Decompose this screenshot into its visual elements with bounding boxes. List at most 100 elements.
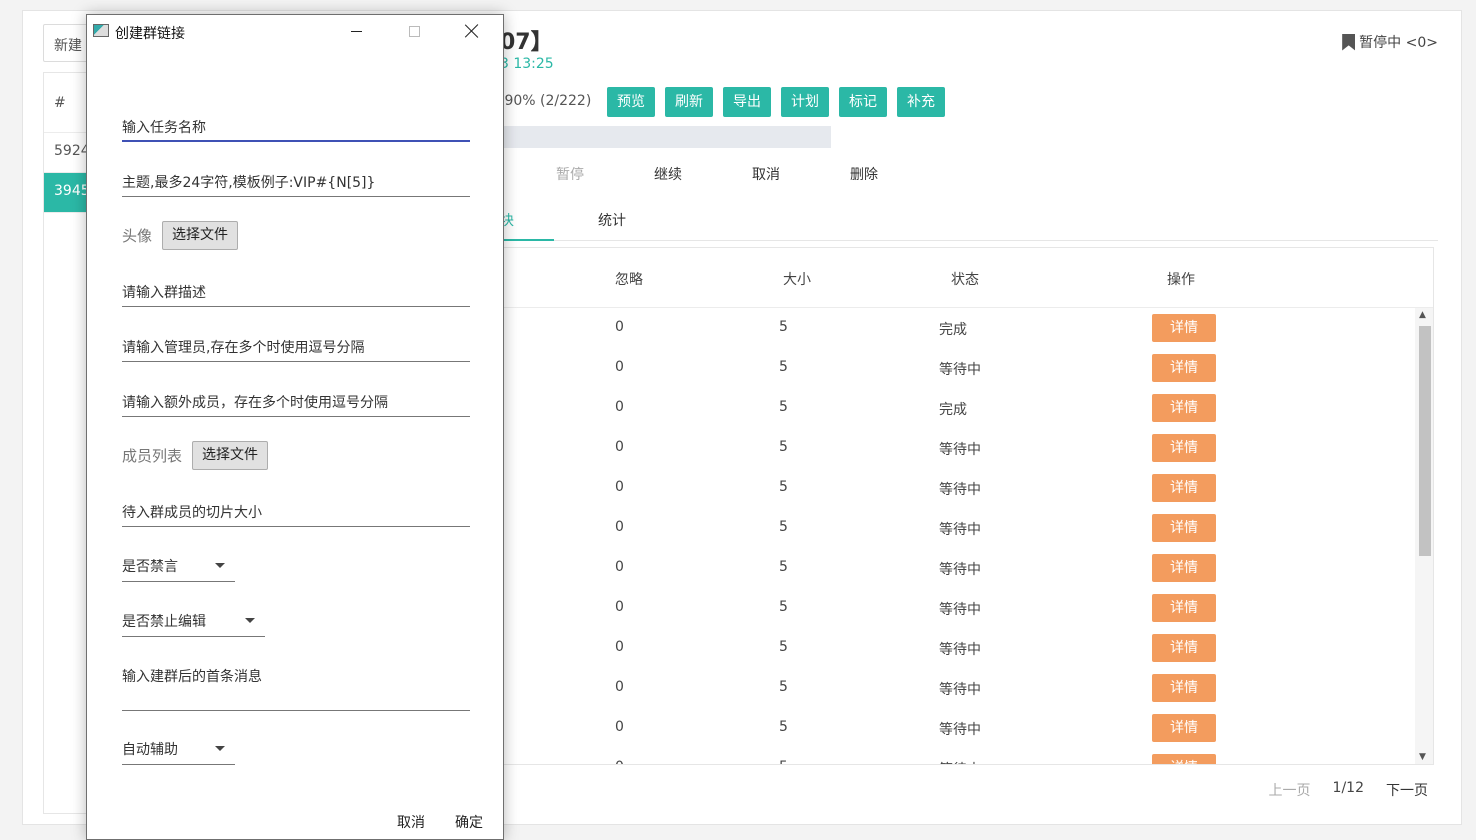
lock-edit-select-label: 是否禁止编辑 bbox=[122, 614, 206, 630]
tab-blocks[interactable]: 块 bbox=[500, 210, 554, 241]
table-row: 0 5 完成 详情 bbox=[501, 388, 1417, 428]
detail-button[interactable]: 详情 bbox=[1152, 554, 1216, 582]
member-list-label: 成员列表 bbox=[122, 447, 183, 465]
preview-button[interactable]: 预览 bbox=[607, 87, 655, 117]
cell-status: 等待中 bbox=[939, 602, 981, 618]
detail-button[interactable]: 详情 bbox=[1152, 714, 1216, 742]
cell-size: 5 bbox=[779, 359, 788, 375]
subject-input[interactable]: 主题,最多24字符,模板例子:VIP#{N[5]} bbox=[122, 167, 470, 197]
detail-button[interactable]: 详情 bbox=[1152, 354, 1216, 382]
mute-select[interactable]: 是否禁言 bbox=[122, 550, 235, 582]
detail-button[interactable]: 详情 bbox=[1152, 394, 1216, 422]
cell-status: 等待中 bbox=[939, 522, 981, 538]
scroll-down-icon[interactable]: ▼ bbox=[1419, 752, 1426, 762]
cell-ignore: 0 bbox=[615, 639, 624, 655]
detail-button[interactable]: 详情 bbox=[1152, 474, 1216, 502]
auto-assist-select[interactable]: 自动辅助 bbox=[122, 733, 235, 765]
schedule-button[interactable]: 计划 bbox=[781, 87, 829, 117]
avatar-choose-file-button[interactable]: 选择文件 bbox=[162, 221, 239, 250]
cell-size: 5 bbox=[779, 479, 788, 495]
detail-button[interactable]: 详情 bbox=[1152, 634, 1216, 662]
detail-button[interactable]: 详情 bbox=[1152, 754, 1216, 764]
cell-size: 5 bbox=[779, 599, 788, 615]
scroll-up-icon[interactable]: ▲ bbox=[1419, 310, 1426, 320]
chevron-down-icon bbox=[215, 563, 225, 568]
detail-button[interactable]: 详情 bbox=[1152, 434, 1216, 462]
cancel-task-button[interactable]: 取消 bbox=[752, 164, 780, 184]
dialog-cancel-button[interactable]: 取消 bbox=[397, 812, 425, 832]
dialog-confirm-button[interactable]: 确定 bbox=[455, 812, 483, 832]
close-button[interactable] bbox=[443, 15, 501, 47]
cell-status: 完成 bbox=[939, 322, 967, 338]
chevron-down-icon bbox=[245, 618, 255, 623]
supplement-button[interactable]: 补充 bbox=[897, 87, 945, 117]
dialog-titlebar: 创建群链接 bbox=[87, 15, 503, 47]
mute-select-label: 是否禁言 bbox=[122, 559, 178, 575]
admins-input[interactable]: 请输入管理员,存在多个时使用逗号分隔 bbox=[122, 332, 470, 362]
col-actions: 操作 bbox=[1167, 272, 1195, 288]
extra-members-input[interactable]: 请输入额外成员，存在多个时使用逗号分隔 bbox=[122, 387, 470, 417]
table-row: 0 5 等待中 详情 bbox=[501, 628, 1417, 668]
maximize-button[interactable] bbox=[385, 15, 443, 47]
app-icon bbox=[93, 24, 109, 37]
task-controls: 暂停 继续 取消 删除 bbox=[556, 164, 878, 184]
table-row: 0 5 等待中 详情 bbox=[501, 748, 1417, 764]
close-icon bbox=[465, 24, 479, 38]
cell-ignore: 0 bbox=[615, 519, 624, 535]
task-name-input[interactable]: 输入任务名称 bbox=[122, 112, 470, 142]
slice-size-input[interactable]: 待入群成员的切片大小 bbox=[122, 497, 470, 527]
cell-size: 5 bbox=[779, 759, 788, 764]
lock-edit-select[interactable]: 是否禁止编辑 bbox=[122, 605, 265, 637]
cell-size: 5 bbox=[779, 439, 788, 455]
prev-page-button[interactable]: 上一页 bbox=[1269, 780, 1311, 800]
avatar-row: 头像 选择文件 bbox=[122, 221, 239, 250]
task-timestamp: 3 13:25 bbox=[500, 56, 554, 72]
maximize-icon bbox=[408, 25, 420, 37]
scroll-thumb[interactable] bbox=[1419, 326, 1431, 556]
table-row: 0 5 等待中 详情 bbox=[501, 588, 1417, 628]
cell-status: 完成 bbox=[939, 402, 967, 418]
detail-button[interactable]: 详情 bbox=[1152, 314, 1216, 342]
page-indicator: 1/12 bbox=[1332, 780, 1364, 796]
pause-button[interactable]: 暂停 bbox=[556, 164, 584, 184]
cell-ignore: 0 bbox=[615, 679, 624, 695]
cell-status: 等待中 bbox=[939, 642, 981, 658]
cell-size: 5 bbox=[779, 679, 788, 695]
cell-ignore: 0 bbox=[615, 599, 624, 615]
export-button[interactable]: 导出 bbox=[723, 87, 771, 117]
detail-button[interactable]: 详情 bbox=[1152, 514, 1216, 542]
col-ignore: 忽略 bbox=[615, 272, 643, 288]
detail-button[interactable]: 详情 bbox=[1152, 674, 1216, 702]
cell-ignore: 0 bbox=[615, 319, 624, 335]
table-body: 0 5 完成 详情 0 5 等待中 详情 0 5 完成 详情 0 5 等待中 详情 0 5 等待中 详情 0 5 等待中 详情… bbox=[501, 308, 1417, 764]
chevron-down-icon bbox=[215, 746, 225, 751]
cell-status: 等待中 bbox=[939, 562, 981, 578]
table-row: 0 5 等待中 详情 bbox=[501, 668, 1417, 708]
refresh-button[interactable]: 刷新 bbox=[665, 87, 713, 117]
cell-size: 5 bbox=[779, 719, 788, 735]
minimize-button[interactable] bbox=[327, 15, 385, 47]
description-input[interactable]: 请输入群描述 bbox=[122, 277, 470, 307]
resume-button[interactable]: 继续 bbox=[654, 164, 682, 184]
member-list-choose-file-button[interactable]: 选择文件 bbox=[192, 441, 269, 470]
col-status: 状态 bbox=[951, 272, 979, 288]
tab-statistics[interactable]: 统计 bbox=[598, 210, 626, 241]
detail-button[interactable]: 详情 bbox=[1152, 594, 1216, 622]
cell-ignore: 0 bbox=[615, 399, 624, 415]
cell-ignore: 0 bbox=[615, 439, 624, 455]
next-page-button[interactable]: 下一页 bbox=[1386, 780, 1428, 800]
task-title: 07】 bbox=[500, 30, 553, 55]
task-detail-panel: 07】 3 13:25 暂停中 <0> .90% (2/222) 预览 刷新 导… bbox=[410, 10, 1450, 800]
table-row: 0 5 等待中 详情 bbox=[501, 468, 1417, 508]
mark-button[interactable]: 标记 bbox=[839, 87, 887, 117]
delete-task-button[interactable]: 删除 bbox=[850, 164, 878, 184]
cell-ignore: 0 bbox=[615, 479, 624, 495]
table-scrollbar[interactable]: ▲ ▼ bbox=[1415, 308, 1433, 764]
blocks-table: 忽略 大小 状态 操作 0 5 完成 详情 0 5 等待中 详情 0 5 完成 详情 0 5 等待中 详情 0 5… bbox=[500, 247, 1434, 765]
cell-ignore: 0 bbox=[615, 719, 624, 735]
member-list-row: 成员列表 选择文件 bbox=[122, 441, 269, 470]
first-message-input[interactable]: 输入建群后的首条消息 bbox=[122, 661, 470, 711]
col-size: 大小 bbox=[783, 272, 811, 288]
table-row: 0 5 等待中 详情 bbox=[501, 428, 1417, 468]
auto-assist-select-label: 自动辅助 bbox=[122, 742, 178, 758]
